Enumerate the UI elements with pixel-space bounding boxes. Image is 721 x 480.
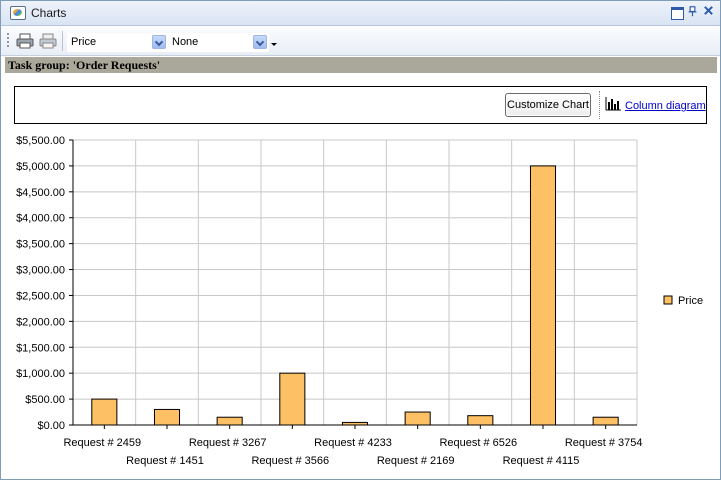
legend-swatch: [663, 295, 673, 305]
y-tick-label: $4,000.00: [16, 213, 65, 225]
y-tick-label: $5,500.00: [16, 135, 65, 147]
x-tick-label: Request # 3566: [251, 455, 329, 467]
x-tick-label: Request # 3754: [565, 437, 643, 449]
group-select[interactable]: None: [168, 33, 269, 52]
toolbar-grip[interactable]: [7, 33, 9, 49]
bar: [279, 372, 306, 426]
bar: [529, 165, 557, 426]
y-tick-label: $3,500.00: [16, 239, 65, 251]
x-tick-label: Request # 6526: [439, 437, 517, 449]
chart-tool-panel: Customize Chart Column diagram: [14, 86, 707, 124]
legend-label: Price: [678, 295, 703, 307]
charts-app-icon: [10, 6, 26, 20]
column-diagram-link[interactable]: Column diagram: [625, 100, 706, 112]
x-tick-label: Request # 4233: [314, 437, 392, 449]
panel-separator: [599, 91, 601, 119]
bar: [153, 408, 181, 426]
print-icon[interactable]: [15, 33, 35, 49]
maximize-icon[interactable]: [671, 7, 684, 20]
y-tick-label: $500.00: [25, 394, 65, 406]
toolbar: Price None: [1, 26, 720, 56]
x-tick-label: Request # 3267: [189, 437, 267, 449]
bar: [91, 398, 118, 426]
toolbar-overflow-icon[interactable]: [271, 43, 277, 46]
column-diagram-icon[interactable]: [605, 97, 621, 111]
y-tick-label: $2,000.00: [16, 316, 65, 328]
y-tick-label: $1,500.00: [16, 342, 65, 354]
chevron-down-icon[interactable]: [152, 35, 166, 49]
pin-icon[interactable]: [687, 6, 698, 17]
window-title: Charts: [31, 6, 67, 20]
x-tick-label: Request # 1451: [126, 455, 204, 467]
close-icon[interactable]: [703, 5, 714, 16]
bar: [404, 411, 431, 426]
y-tick-label: $4,500.00: [16, 187, 65, 199]
y-tick-label: $1,000.00: [16, 368, 65, 380]
y-tick-label: $2,500.00: [16, 290, 65, 302]
y-tick-label: $0.00: [37, 420, 65, 432]
toolbar-separator: [62, 31, 63, 51]
chevron-down-icon[interactable]: [253, 35, 267, 49]
x-tick-label: Request # 2459: [63, 437, 141, 449]
bar: [467, 415, 494, 426]
print-preview-icon[interactable]: [38, 33, 58, 49]
group-select-value: None: [172, 36, 199, 48]
bar: [216, 416, 243, 426]
series-select[interactable]: Price: [67, 33, 168, 52]
x-tick-label: Request # 4115: [503, 455, 580, 467]
bar: [592, 416, 619, 426]
task-group-header: Task group: 'Order Requests': [5, 57, 717, 73]
y-tick-label: $3,000.00: [16, 265, 65, 277]
customize-chart-button[interactable]: Customize Chart: [505, 93, 591, 117]
price-column-chart: $0.00 $500.00 $1,000.00 $1,500.00 $2,000.00 $…: [16, 135, 703, 467]
title-bar: Charts: [1, 1, 720, 26]
series-select-value: Price: [71, 36, 97, 48]
y-tick-label: $5,000.00: [16, 161, 65, 173]
x-tick-label: Request # 2169: [377, 455, 455, 467]
bar: [341, 421, 369, 426]
